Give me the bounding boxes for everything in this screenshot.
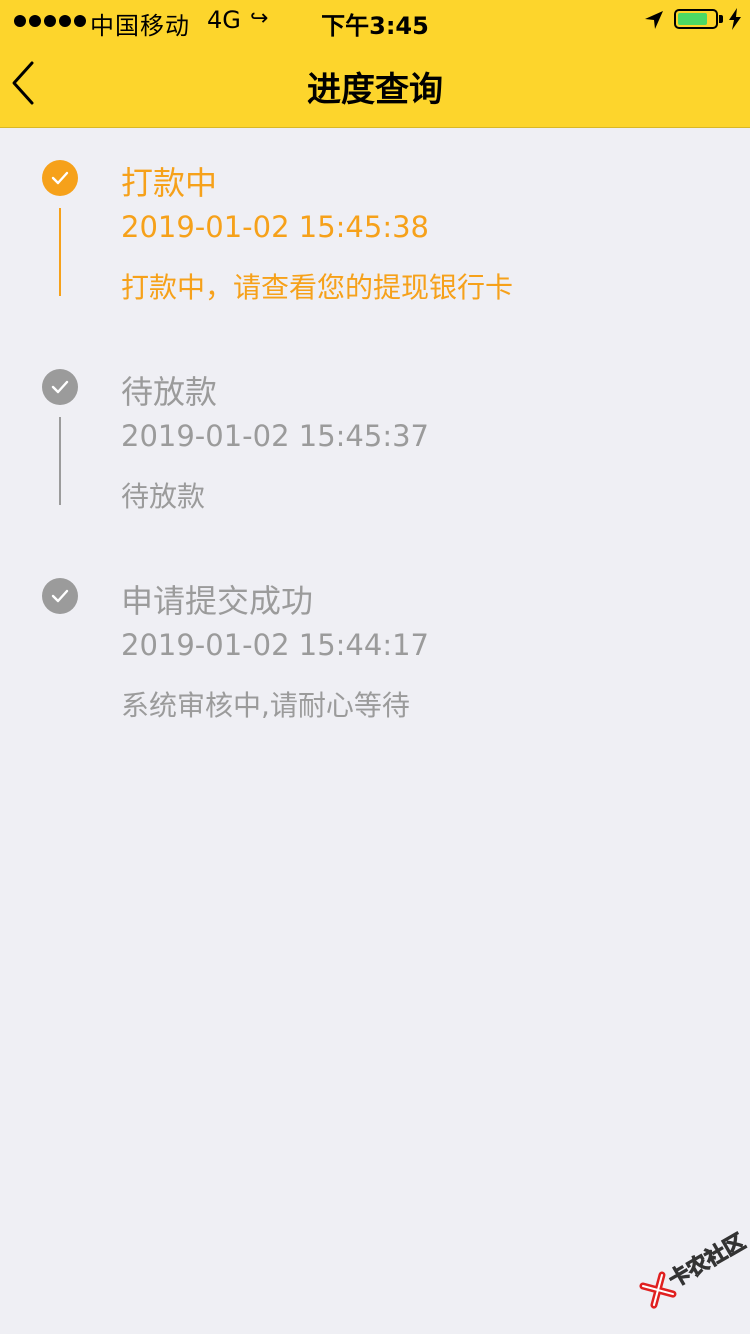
battery-cap [719, 15, 723, 23]
battery-level [678, 13, 707, 25]
watermark-text: 卡农社区 [664, 1229, 750, 1293]
watermark-logo: 卡农社区 [630, 1220, 750, 1329]
timeline-step: 申请提交成功 2019-01-02 15:44:17 系统审核中,请耐心等待 [0, 546, 750, 746]
step-description: 系统审核中,请耐心等待 [121, 689, 410, 722]
step-description: 待放款 [121, 480, 206, 513]
step-time: 2019-01-02 15:44:17 [121, 628, 429, 662]
charging-bolt-icon [729, 8, 741, 30]
battery-icon [674, 9, 718, 29]
status-bar: 中国移动 4G ↪ 下午3:45 [0, 0, 750, 40]
page-title: 进度查询 [307, 70, 443, 110]
top-bar: 中国移动 4G ↪ 下午3:45 进度查询 [0, 0, 750, 128]
navigation-bar: 进度查询 [0, 40, 750, 128]
step-check-icon [42, 369, 78, 405]
step-title: 打款中 [121, 164, 218, 202]
timeline-step: 打款中 2019-01-02 15:45:38 打款中，请查看您的提现银行卡 [0, 128, 750, 328]
location-arrow-icon [645, 11, 663, 29]
step-title: 申请提交成功 [121, 582, 314, 620]
step-check-icon [42, 578, 78, 614]
step-description: 打款中，请查看您的提现银行卡 [121, 271, 514, 304]
step-check-icon [42, 160, 78, 196]
status-time: 下午3:45 [321, 12, 429, 40]
timeline-step: 待放款 2019-01-02 15:45:37 待放款 [0, 337, 750, 537]
step-time: 2019-01-02 15:45:37 [121, 419, 429, 453]
timeline-connector [59, 417, 61, 505]
step-title: 待放款 [121, 373, 218, 411]
timeline-connector [59, 208, 61, 296]
step-time: 2019-01-02 15:45:38 [121, 210, 429, 244]
